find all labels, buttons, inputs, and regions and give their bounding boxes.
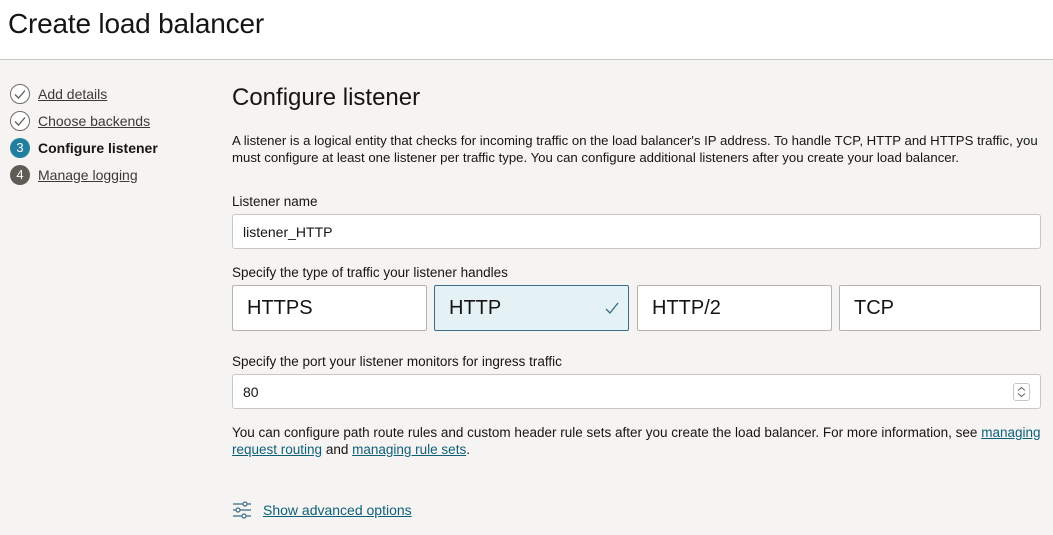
note-text: You can configure path route rules and c… [232, 425, 978, 440]
check-circle-icon [10, 83, 30, 104]
traffic-option-label: HTTP/2 [652, 296, 721, 319]
check-circle-icon [10, 110, 30, 131]
routing-note: You can configure path route rules and c… [232, 424, 1041, 458]
main-content: Configure listener A listener is a logic… [232, 80, 1041, 519]
step-label-add-details[interactable]: Add details [38, 86, 107, 102]
step-manage-logging[interactable]: 4 Manage logging [10, 161, 210, 188]
traffic-option-label: TCP [854, 296, 894, 319]
traffic-option-https[interactable]: HTTPS [232, 285, 427, 331]
managing-rule-sets-link[interactable]: managing rule sets [352, 442, 466, 457]
checkmark-icon [605, 302, 619, 315]
traffic-type-selector: HTTPS HTTP HTTP/2 TCP [232, 285, 1041, 331]
traffic-type-label: Specify the type of traffic your listene… [232, 265, 508, 280]
page-header: Create load balancer [0, 0, 1053, 60]
section-description: A listener is a logical entity that chec… [232, 133, 1038, 165]
step-configure-listener: 3 Configure listener [10, 134, 210, 161]
steps-nav: Add details Choose backends 3 Configure … [10, 80, 210, 188]
section-title: Configure listener [232, 84, 421, 111]
show-advanced-options-link[interactable]: Show advanced options [263, 502, 412, 518]
step-add-details[interactable]: Add details [10, 80, 210, 107]
listener-name-input[interactable]: listener_HTTP [232, 214, 1041, 249]
traffic-option-label: HTTPS [247, 296, 313, 319]
step-label-choose-backends[interactable]: Choose backends [38, 113, 150, 129]
sliders-icon [233, 501, 251, 519]
port-label: Specify the port your listener monitors … [232, 354, 562, 369]
note-and: and [325, 442, 349, 457]
page-title: Create load balancer [8, 8, 264, 39]
step-number-badge: 3 [10, 137, 30, 158]
port-input[interactable]: 80 [232, 374, 1041, 409]
step-number-badge: 4 [10, 164, 30, 185]
stepper-icon[interactable] [1013, 383, 1030, 401]
port-value: 80 [243, 383, 259, 400]
step-choose-backends[interactable]: Choose backends [10, 107, 210, 134]
step-label-configure-listener: Configure listener [38, 139, 158, 156]
step-label-manage-logging[interactable]: Manage logging [38, 167, 138, 183]
note-end: . [466, 442, 470, 457]
show-advanced-options[interactable]: Show advanced options [232, 500, 412, 520]
traffic-option-http2[interactable]: HTTP/2 [637, 285, 832, 331]
traffic-option-label: HTTP [449, 296, 502, 319]
listener-name-label: Listener name [232, 194, 318, 209]
traffic-option-tcp[interactable]: TCP [839, 285, 1041, 331]
traffic-option-http[interactable]: HTTP [434, 285, 629, 331]
